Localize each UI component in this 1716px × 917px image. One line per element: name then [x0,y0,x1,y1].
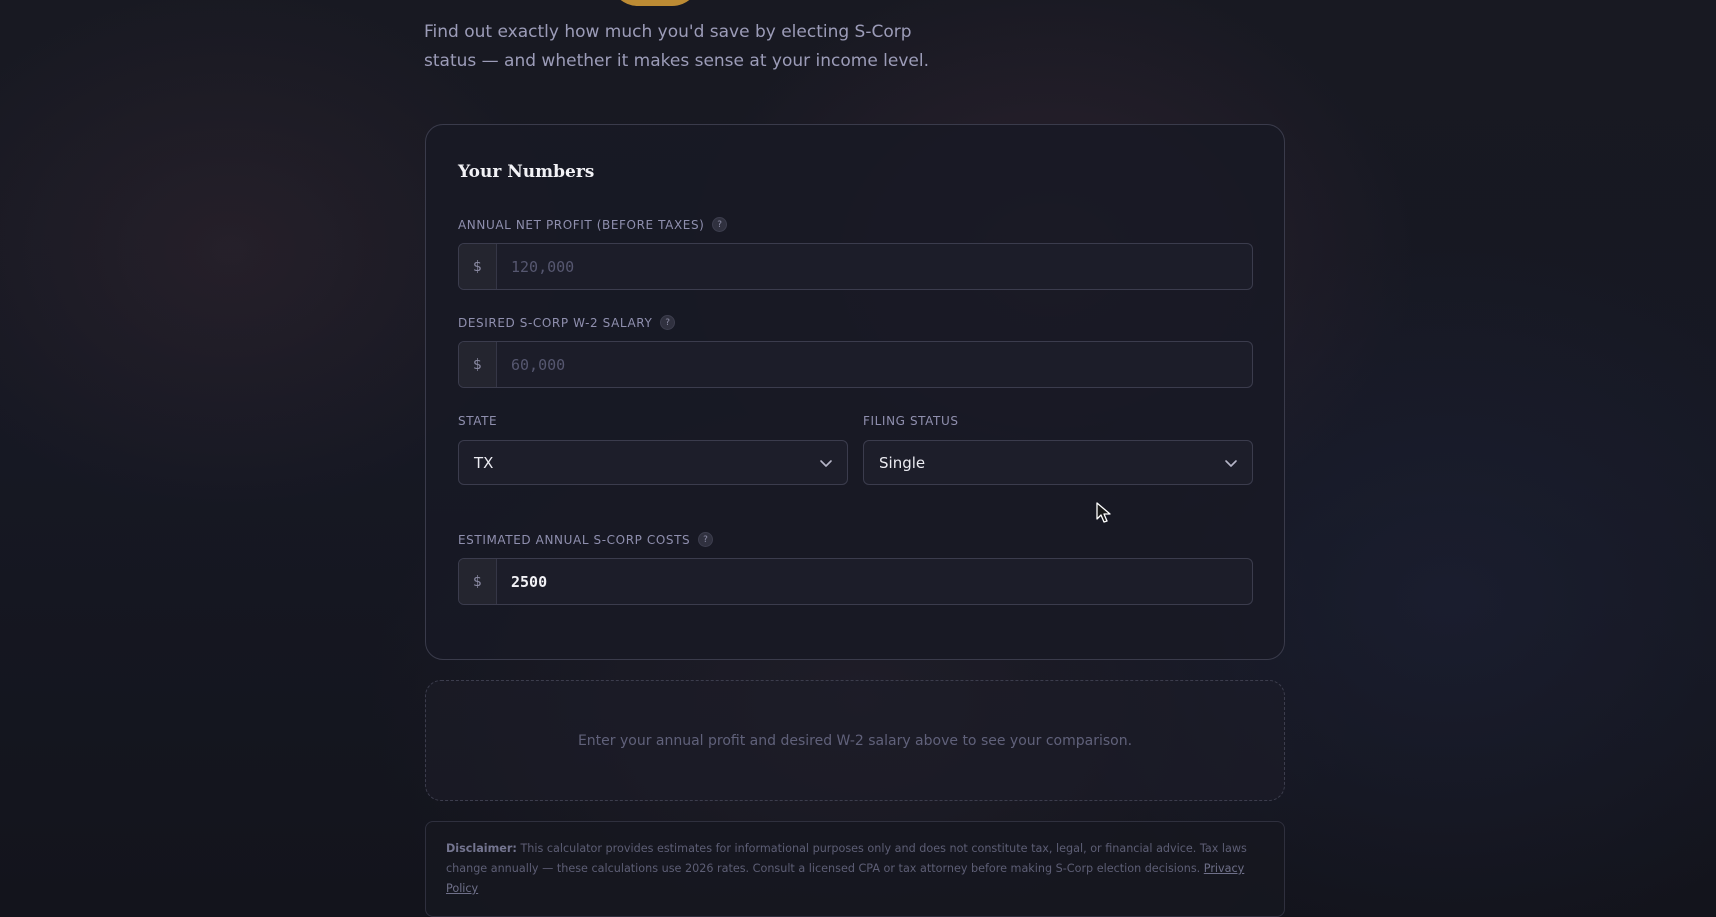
currency-prefix: $ [459,244,497,289]
help-icon[interactable]: ? [698,532,714,547]
disclaimer-box: Disclaimer: This calculator provides est… [425,821,1285,917]
state-label-text: STATE [458,414,498,428]
salary-label-text: DESIRED S-CORP W-2 SALARY [458,315,653,330]
state-selected-value: TX [474,453,494,472]
chevron-down-icon [820,459,832,467]
costs-input[interactable] [497,559,1252,604]
filing-status-label-text: FILING STATUS [863,414,959,428]
currency-prefix: $ [459,342,497,387]
net-profit-input[interactable] [497,244,1252,289]
disclaimer-label: Disclaimer: [446,842,517,855]
mouse-cursor-icon [1096,502,1111,523]
inputs-card: Your Numbers ANNUAL NET PROFIT (BEFORE T… [425,124,1285,660]
costs-field: $ [458,558,1253,605]
salary-field: $ [458,341,1253,388]
net-profit-label-text: ANNUAL NET PROFIT (BEFORE TAXES) [458,217,705,232]
salary-label: DESIRED S-CORP W-2 SALARY ? [458,315,676,330]
costs-label: ESTIMATED ANNUAL S-CORP COSTS ? [458,532,714,547]
filing-status-label: FILING STATUS [863,414,959,428]
help-icon[interactable]: ? [712,217,728,232]
salary-input[interactable] [497,342,1252,387]
card-title: Your Numbers [458,162,595,182]
help-icon[interactable]: ? [660,315,676,330]
filing-status-select[interactable]: Single [863,440,1253,485]
page-subtitle: Find out exactly how much you'd save by … [424,22,930,71]
net-profit-label: ANNUAL NET PROFIT (BEFORE TAXES) ? [458,217,728,232]
currency-prefix: $ [459,559,497,604]
net-profit-field: $ [458,243,1253,290]
results-empty-message: Enter your annual profit and desired W-2… [577,732,1133,749]
chevron-down-icon [1225,459,1237,467]
state-select[interactable]: TX [458,440,848,485]
state-label: STATE [458,414,497,428]
filing-status-selected-value: Single [879,453,926,472]
results-placeholder: Enter your annual profit and desired W-2… [425,680,1285,801]
disclaimer-text: This calculator provides estimates for i… [446,842,1247,875]
costs-label-text: ESTIMATED ANNUAL S-CORP COSTS [458,532,691,547]
